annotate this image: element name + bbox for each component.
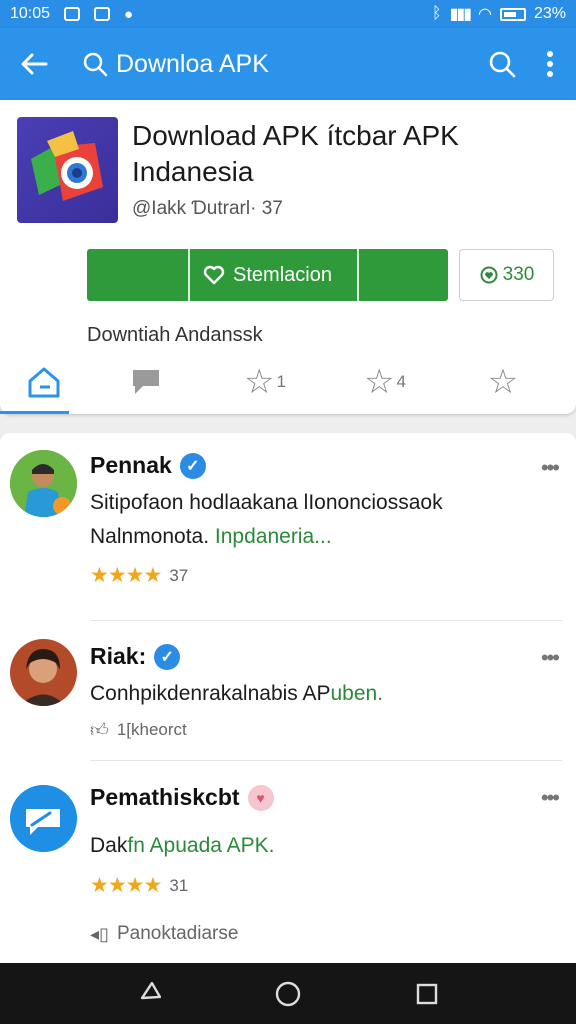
install-button[interactable]: Stemlacion	[87, 249, 448, 301]
list-item: Pemathiskcbt ♥ ••• Dakfn Apuada APK. ★★★…	[0, 761, 576, 963]
comment-menu-button[interactable]: •••	[541, 455, 560, 481]
reply-button[interactable]: ◂▯ Panoktadiarse	[90, 923, 238, 945]
tab-bar: ☆ 1 ☆ 4 ☆	[0, 350, 576, 414]
comment-link[interactable]: uben.	[331, 682, 384, 705]
tab-comments[interactable]	[110, 350, 182, 414]
comments-list: Pennak ✓ ••• Sitipofaon hodlaakana lIono…	[0, 433, 576, 963]
back-arrow-icon	[21, 53, 48, 75]
avatar[interactable]	[10, 639, 77, 706]
verified-icon: ✓	[179, 452, 206, 479]
battery-percent: 23%	[533, 5, 566, 22]
circle-home-icon	[275, 981, 301, 1006]
author-name: Riak:	[90, 643, 147, 669]
tab-home[interactable]	[0, 350, 88, 414]
star-rating: ★★★★	[90, 564, 162, 587]
nav-recents-button[interactable]	[407, 974, 447, 1014]
tab-rating-1[interactable]: ☆ 1	[230, 350, 300, 414]
reply-icon: ◂▯	[90, 923, 109, 944]
active-tab-indicator	[0, 411, 69, 414]
more-vert-icon	[547, 51, 553, 77]
triangle-back-icon	[141, 981, 162, 999]
user-avatar-icon	[10, 450, 77, 517]
comment-rating: ★★★★ 37	[90, 563, 188, 588]
notification-icon: ●	[124, 5, 134, 23]
search-button[interactable]	[482, 44, 522, 84]
status-bar: 10:05 ● ᛒ ▮▮▮ ◠ 23%	[0, 0, 576, 28]
heart-outline-icon	[480, 266, 498, 284]
list-item: Riak: ✓ ••• Conhpikdenrakalnabis APuben.…	[0, 621, 576, 761]
bluetooth-icon: ᛒ	[431, 5, 442, 22]
wifi-icon: ◠	[478, 6, 492, 23]
comment-body: Dak	[90, 834, 128, 857]
tab-rating-4[interactable]: ☆ 4	[350, 350, 420, 414]
overflow-menu-button[interactable]	[540, 44, 560, 84]
search-query: Downloa APK	[116, 49, 269, 78]
app-developer[interactable]: @Iakk Ɗutrarl· 37	[132, 198, 283, 220]
app-description: Downtiah Andanssk	[87, 324, 263, 346]
tab-label: 1	[276, 372, 286, 391]
search-icon	[83, 52, 108, 77]
app-card: Download APK ítcbar APK Indanesia @Iakk …	[0, 100, 576, 414]
author-name: Pemathiskcbt	[90, 784, 240, 810]
comment-menu-button[interactable]: •••	[541, 785, 560, 811]
search-bar[interactable]: Downloa APK	[68, 50, 482, 79]
install-label: Stemlacion	[233, 263, 332, 286]
tab-label: 4	[396, 372, 406, 391]
like-button[interactable]: 330	[459, 249, 554, 301]
app-icon[interactable]	[17, 117, 118, 223]
star-rating: ★★★★	[90, 874, 162, 897]
home-icon	[28, 367, 60, 398]
comment-author[interactable]: Riak: ✓	[90, 643, 181, 670]
heart-icon	[203, 265, 225, 285]
notification-icon	[94, 7, 111, 21]
battery-icon	[499, 7, 526, 21]
comment-menu-button[interactable]: •••	[541, 645, 560, 671]
comment-actions[interactable]: 👍︎ 1[kheorct	[90, 719, 187, 741]
comment-rating: ★★★★ 31	[90, 873, 188, 898]
button-divider	[188, 249, 190, 301]
comment-text: Conhpikdenrakalnabis APuben.	[90, 677, 560, 711]
comment-link[interactable]: Inpdaneria...	[215, 525, 332, 548]
comment-author[interactable]: Pemathiskcbt ♥	[90, 784, 274, 811]
thumbs-up-icon: 👍︎	[90, 720, 109, 740]
button-divider	[357, 249, 359, 301]
system-navigation-bar	[0, 963, 576, 1024]
rating-count: 31	[169, 875, 189, 895]
message-app-icon	[10, 785, 77, 852]
back-button[interactable]	[0, 28, 68, 100]
signal-icon: ▮▮▮	[449, 6, 472, 23]
status-time: 10:05	[10, 5, 51, 22]
app-title: Download APK ítcbar APK Indanesia	[132, 120, 459, 187]
star-outline-icon: ☆	[364, 363, 395, 401]
comment-text: Dakfn Apuada APK.	[90, 829, 560, 863]
star-outline-icon: ☆	[244, 363, 275, 401]
star-outline-icon: ☆	[487, 363, 519, 401]
avatar[interactable]	[10, 450, 77, 517]
comment-link[interactable]: fn Apuada APK.	[127, 834, 274, 857]
avatar[interactable]	[10, 785, 77, 852]
heart-icon: ♥	[247, 784, 274, 811]
user-avatar-icon	[10, 639, 77, 706]
nav-home-button[interactable]	[268, 974, 308, 1014]
author-name: Pennak	[90, 452, 172, 478]
notification-icon	[64, 7, 81, 21]
list-item: Pennak ✓ ••• Sitipofaon hodlaakana lIono…	[0, 433, 576, 621]
search-icon	[489, 51, 516, 78]
square-recents-icon	[416, 983, 437, 1004]
verified-icon: ✓	[154, 643, 181, 670]
like-label: 1[kheorct	[116, 720, 187, 739]
reply-label: Panoktadiarse	[116, 923, 239, 944]
rating-count: 37	[169, 565, 189, 585]
app-bar: Downloa APK	[0, 28, 576, 100]
like-count: 330	[502, 264, 535, 285]
comment-body: Conhpikdenrakalnabis AP	[90, 682, 331, 705]
tab-favorite[interactable]: ☆	[470, 350, 536, 414]
nav-back-button[interactable]	[129, 974, 169, 1014]
comment-author[interactable]: Pennak ✓	[90, 452, 206, 479]
app-logo-icon	[31, 131, 103, 201]
comment-text: Sitipofaon hodlaakana lIononciossaok Nal…	[90, 486, 560, 554]
chat-flag-icon	[133, 370, 159, 394]
